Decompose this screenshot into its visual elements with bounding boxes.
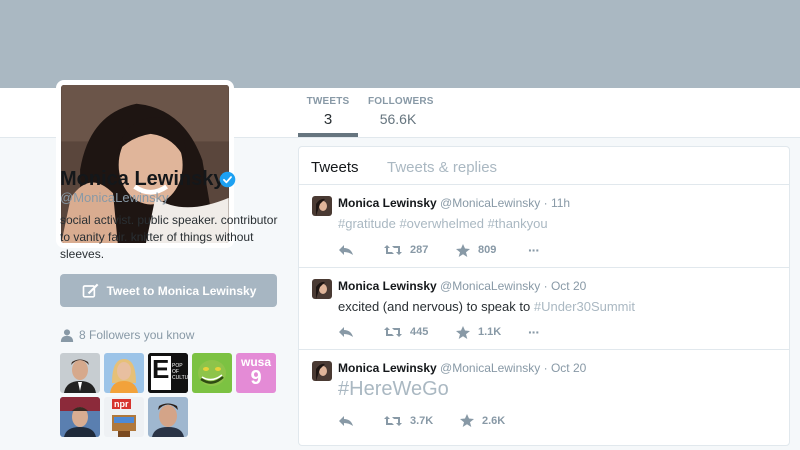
follower-avatar-wusa[interactable]: wusa 9 [236,353,276,393]
follower-avatar-e[interactable]: E POP OF CULTURE [148,353,188,393]
tweet-header: Monica Lewinsky @MonicaLewinsky · Oct 20 [338,361,586,375]
follower-avatar-grinch[interactable] [192,353,232,393]
tweet-actions: 445 1.1K ··· [338,324,540,340]
tweet-item[interactable]: Monica Lewinsky @MonicaLewinsky · Oct 20… [299,350,789,445]
tweet-timestamp[interactable]: Oct 20 [551,279,586,293]
more-button[interactable]: ··· [528,242,540,258]
tweet-to-button-label: Tweet to Monica Lewinsky [106,283,257,298]
tweet-text: #gratitude #overwhelmed #thankyou [338,216,548,231]
profile-handle[interactable]: @MonicaLewinsky [60,190,169,205]
tweet-separator: · [543,361,548,375]
more-icon: ··· [528,242,540,258]
tweet-actions: 3.7K 2.6K [338,414,532,427]
timeline: Tweets Tweets & replies Monica Lewinsky … [298,146,790,446]
tweet-fullname[interactable]: Monica Lewinsky [338,361,437,375]
tweets-stat-value: 3 [323,111,333,128]
tweet-timestamp[interactable]: Oct 20 [551,361,586,375]
hashtag-link[interactable]: #gratitude [338,216,396,231]
person-icon [60,329,74,342]
more-icon: ··· [528,324,540,340]
followers-you-know-label: 8 Followers you know [79,328,195,342]
hashtag-link[interactable]: #HereWeGo [338,378,449,400]
tab-tweets-and-replies[interactable]: Tweets & replies [387,159,497,176]
followers-stat-value: 56.6K [379,111,417,127]
npr-logo-text: npr [112,399,131,409]
retweet-button[interactable]: 445 [384,326,456,338]
tab-tweets[interactable]: Tweets [311,159,359,176]
active-stat-underline [298,133,358,137]
tweet-item[interactable]: Monica Lewinsky @MonicaLewinsky · 11h #g… [299,185,789,268]
tweet-fullname[interactable]: Monica Lewinsky [338,279,437,293]
compose-icon [82,283,98,298]
tweet-username[interactable]: @MonicaLewinsky [440,361,540,375]
favorite-count: 809 [478,244,497,256]
star-icon [456,243,470,257]
reply-button[interactable] [338,415,384,427]
e-logo-letter: E [152,354,170,384]
favorite-button[interactable]: 1.1K [456,325,528,339]
tweet-username[interactable]: @MonicaLewinsky [440,196,540,210]
retweet-button[interactable]: 3.7K [384,415,460,427]
reply-icon [339,245,353,255]
retweet-count: 445 [410,326,429,338]
tweet-header: Monica Lewinsky @MonicaLewinsky · 11h [338,196,570,210]
tweet-item[interactable]: Monica Lewinsky @MonicaLewinsky · Oct 20… [299,268,789,350]
hashtag-link[interactable]: #thankyou [488,216,548,231]
tweet-timestamp[interactable]: 11h [551,196,570,210]
star-icon [456,325,470,339]
reply-button[interactable] [338,244,384,256]
retweet-icon [384,415,402,426]
header-banner [0,0,800,88]
hashtag-link[interactable]: #Under30Summit [534,299,635,314]
hashtag-link[interactable]: #overwhelmed [399,216,484,231]
followers-stat-label: FOLLOWERS [368,96,434,107]
star-icon [460,414,474,427]
tweet-text-plain: excited (and nervous) to speak to [338,299,534,314]
retweet-icon [384,327,402,337]
retweet-count: 3.7K [410,414,434,427]
follower-avatar-npr[interactable]: npr [104,397,144,437]
favorite-button[interactable]: 809 [456,243,528,257]
tweets-stat-label: TWEETS [306,96,350,107]
tweet-separator: · [543,279,548,293]
follower-avatar[interactable] [104,353,144,393]
tweet-username[interactable]: @MonicaLewinsky [440,279,540,293]
reply-button[interactable] [338,326,384,338]
retweet-button[interactable]: 287 [384,244,456,256]
verified-badge-icon [219,171,236,188]
tweet-header: Monica Lewinsky @MonicaLewinsky · Oct 20 [338,279,586,293]
tweet-avatar[interactable] [312,196,332,216]
profile-name: Monica Lewinsky [60,168,225,190]
wusa-logo-nine: 9 [250,367,262,389]
tweet-avatar[interactable] [312,279,332,299]
retweet-count: 287 [410,244,429,256]
more-button[interactable]: ··· [528,324,540,340]
tweets-stat[interactable]: TWEETS 3 [298,96,358,128]
e-logo-caption: POP OF CULTURE [172,363,188,381]
tweet-separator: · [543,196,548,210]
tweet-text: #HereWeGo [338,378,449,401]
followers-you-know[interactable]: 8 Followers you know [60,328,194,342]
tweet-actions: 287 809 ··· [338,242,540,258]
reply-icon [339,415,353,426]
retweet-icon [384,245,402,255]
tweet-to-button[interactable]: Tweet to Monica Lewinsky [60,274,277,307]
favorite-count: 2.6K [482,414,506,427]
tweet-text: excited (and nervous) to speak to #Under… [338,299,635,314]
follower-avatar[interactable] [60,353,100,393]
tweet-avatar[interactable] [312,361,332,381]
favorite-count: 1.1K [478,326,502,338]
timeline-tabs: Tweets Tweets & replies [299,147,789,185]
follower-avatar[interactable] [148,397,188,437]
profile-bio: social activist. public speaker. contrib… [60,213,278,261]
follower-avatar[interactable] [60,397,100,437]
followers-stat[interactable]: FOLLOWERS 56.6K [368,96,434,127]
reply-icon [339,327,353,337]
favorite-button[interactable]: 2.6K [460,414,532,427]
tweet-fullname[interactable]: Monica Lewinsky [338,196,437,210]
